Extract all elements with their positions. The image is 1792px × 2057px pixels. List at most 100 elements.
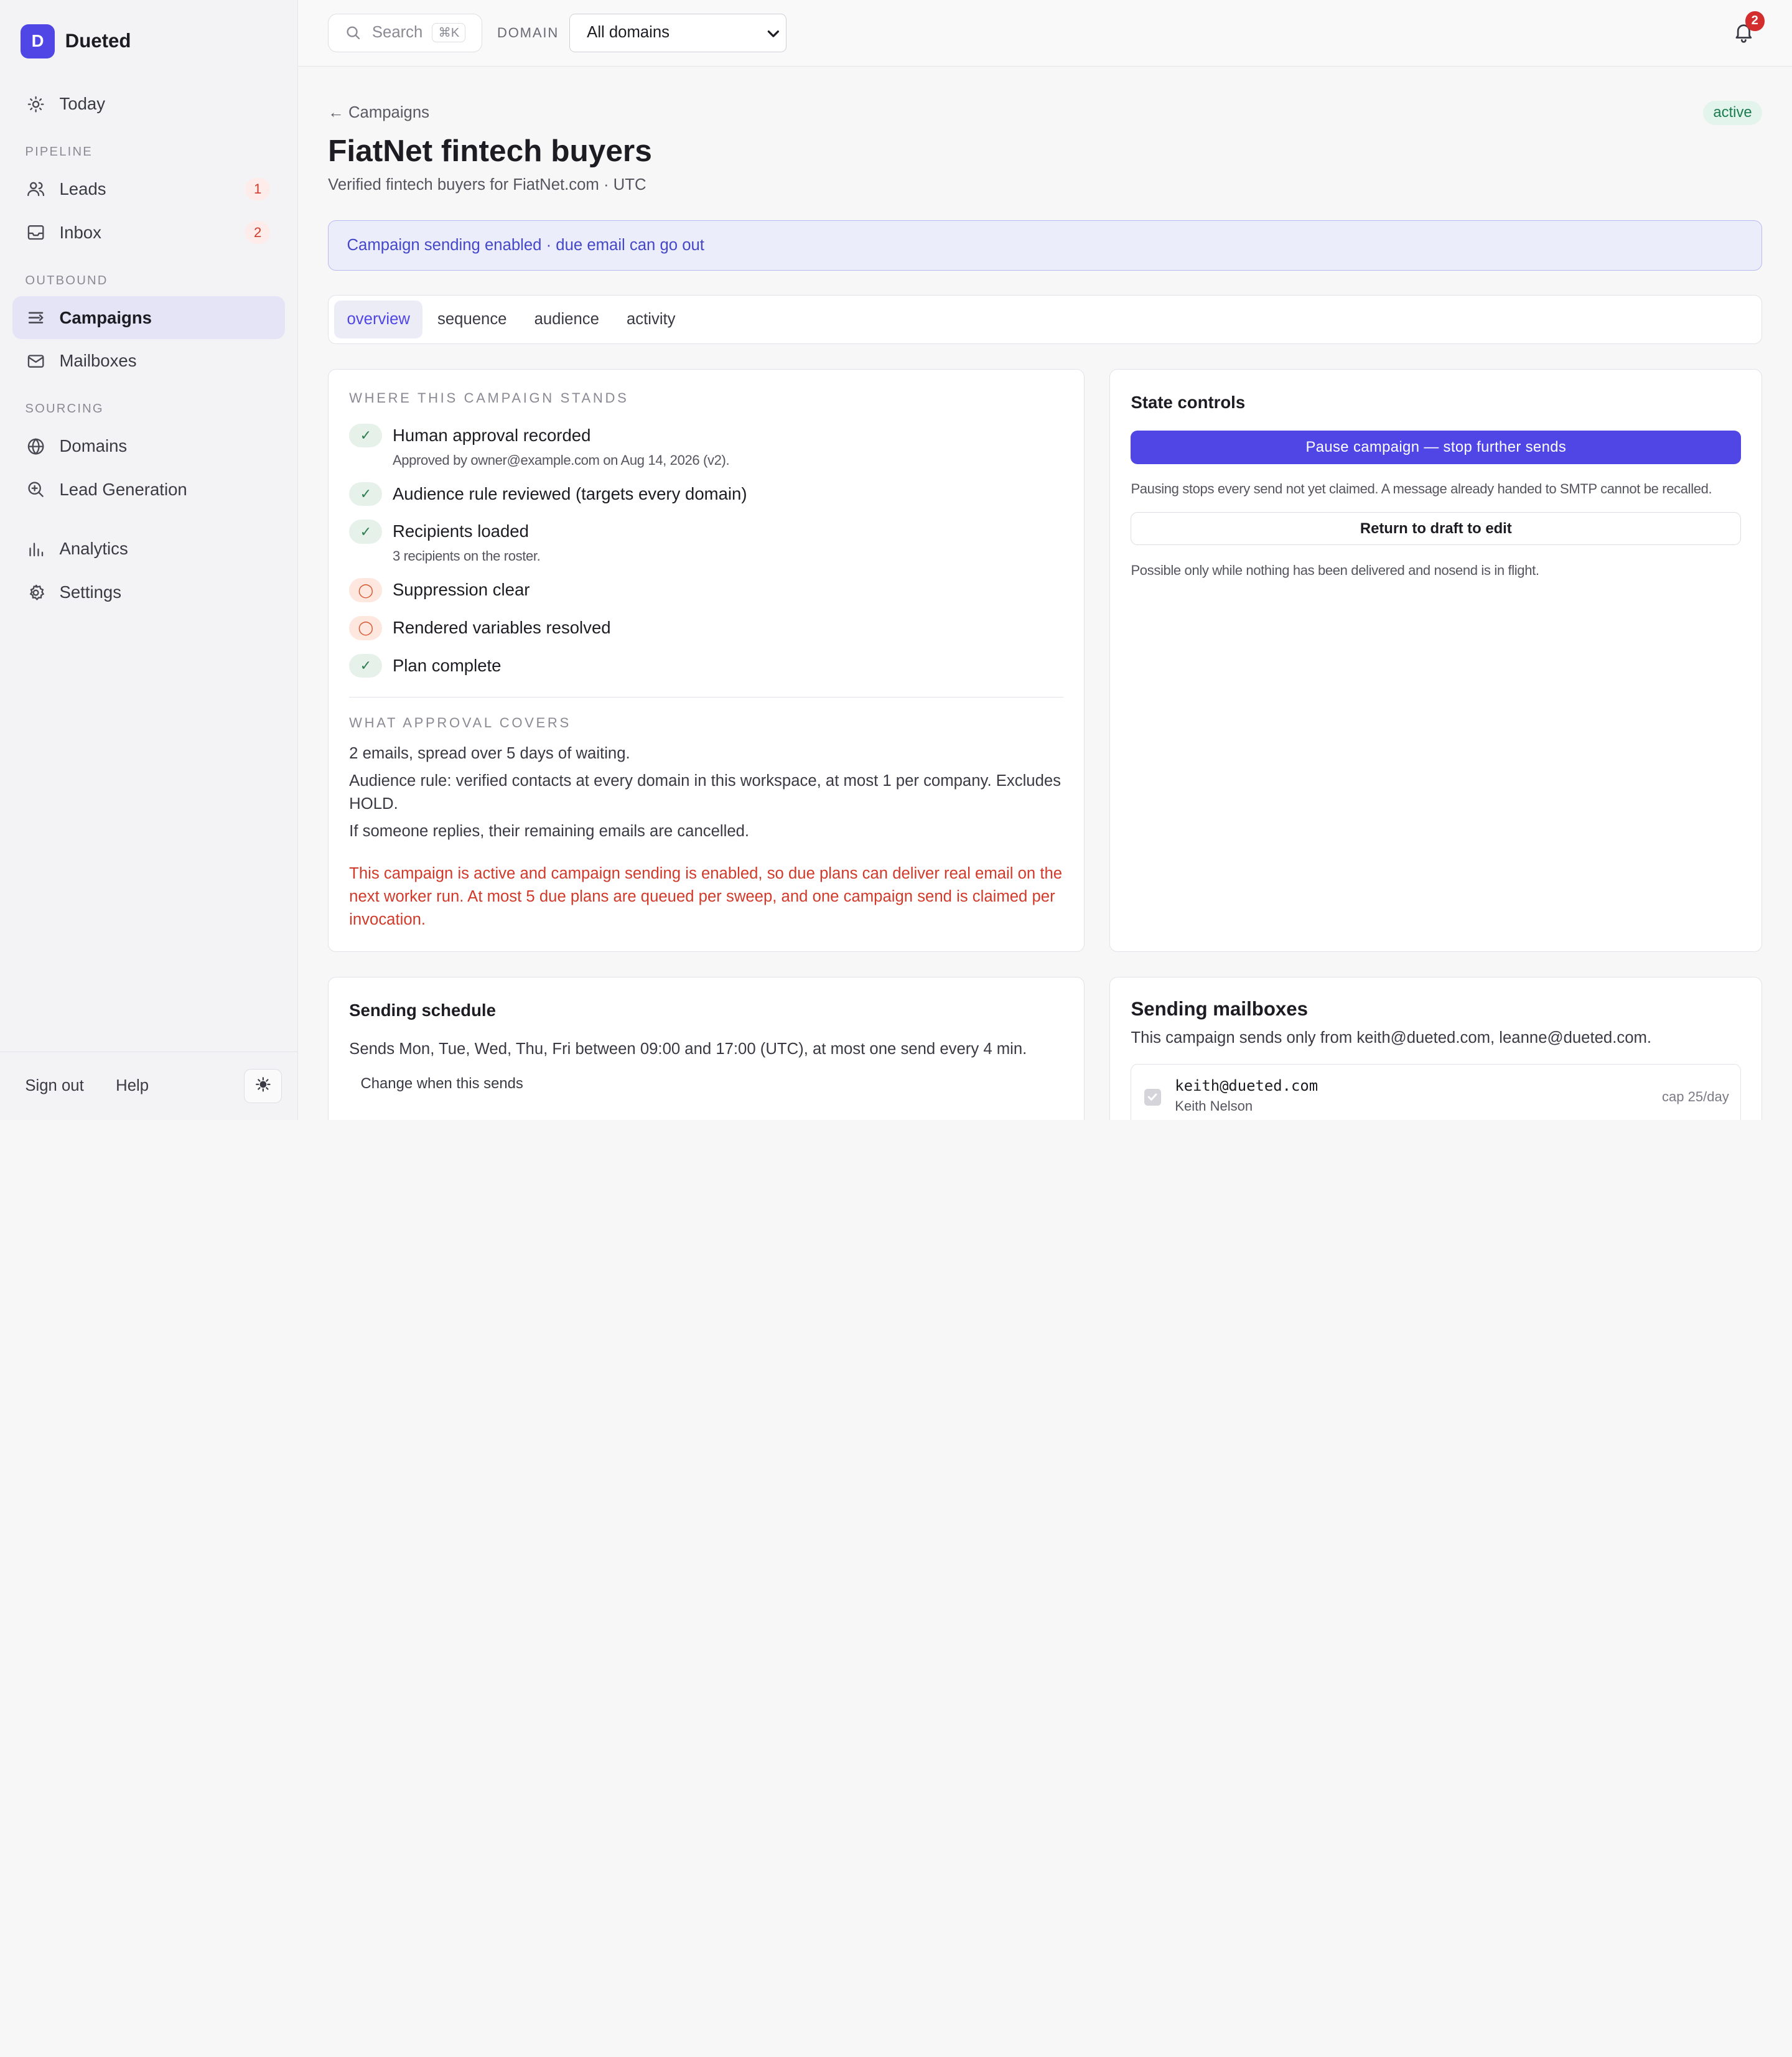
help-link[interactable]: Help <box>116 1077 149 1095</box>
app-window: D Dueted Today PIPELINE Leads 1 Inbox 2 … <box>0 0 1792 1120</box>
check-icon: ✓ <box>349 423 383 448</box>
page-subtitle: Verified fintech buyers for FiatNet.com … <box>328 175 646 194</box>
schedule-text: Sends Mon, Tue, Wed, Thu, Fri between 09… <box>349 1040 1027 1058</box>
sidebar-item-mailboxes[interactable]: Mailboxes <box>12 339 285 383</box>
theme-toggle-button[interactable] <box>244 1069 282 1104</box>
sending-banner: Campaign sending enabled · due email can… <box>328 220 1763 271</box>
sidebar-footer: Sign out Help <box>0 1051 298 1120</box>
search-shortcut: ⌘K <box>432 23 466 43</box>
sidebar-item-inbox[interactable]: Inbox 2 <box>12 211 285 254</box>
card-title: Sending mailboxes <box>1131 998 1308 1020</box>
sidebar-item-label: Mailboxes <box>59 351 137 371</box>
search-placeholder: Search <box>371 24 423 42</box>
checklist-item-title: Audience rule reviewed (targets every do… <box>392 483 747 503</box>
card-title: State controls <box>1131 392 1246 412</box>
checklist-item: ◯ Suppression clear <box>349 578 1063 602</box>
globe-icon <box>26 437 45 456</box>
sidebar-item-campaigns[interactable]: Campaigns <box>12 296 286 340</box>
checklist-item-note: Approved by owner@example.com on Aug 14,… <box>392 452 730 468</box>
approval-audience-rule: Audience rule: verified contacts at ever… <box>349 772 1062 813</box>
card-title: Sending schedule <box>349 1001 496 1020</box>
inbox-icon <box>26 223 45 242</box>
sidebar-item-label: Leads <box>59 179 106 198</box>
tab-sequence[interactable]: sequence <box>425 301 520 338</box>
tab-audience[interactable]: audience <box>521 301 612 338</box>
gear-icon <box>26 583 45 602</box>
checklist-item-title: Rendered variables resolved <box>392 617 611 637</box>
checklist-item: ✓ Recipients loaded 3 recipients on the … <box>349 520 1063 564</box>
draft-note: Possible only while nothing has been del… <box>1131 562 1539 578</box>
section-heading: WHERE THIS CAMPAIGN STANDS <box>349 390 629 406</box>
chevron-down-icon <box>765 26 782 46</box>
approval-summary: 2 emails, spread over 5 days of waiting. <box>349 745 630 763</box>
domain-label: DOMAIN <box>497 24 559 40</box>
topbar: Search ⌘K DOMAIN All domains 2 <box>298 0 1792 67</box>
main-content: Search ⌘K DOMAIN All domains 2 ← Campaig… <box>298 0 1792 1120</box>
sidebar-item-label: Analytics <box>59 539 128 559</box>
checklist-item-title: Suppression clear <box>392 580 530 600</box>
approval-reply-rule: If someone replies, their remaining emai… <box>349 823 750 841</box>
sign-out-link[interactable]: Sign out <box>25 1077 83 1095</box>
mailbox-row[interactable]: keith@dueted.com Keith Nelson cap 25/day <box>1131 1064 1742 1120</box>
sun-icon <box>255 1076 271 1097</box>
pause-campaign-button[interactable]: Pause campaign — stop further sends <box>1131 431 1742 464</box>
search-plus-icon <box>26 480 45 499</box>
nav-section-pipeline: PIPELINE <box>25 145 93 159</box>
tab-bar: overview sequence audience activity <box>328 294 1763 344</box>
return-to-draft-button[interactable]: Return to draft to edit <box>1131 512 1742 546</box>
bar-chart-icon <box>26 539 45 559</box>
checklist-item-title: Plan complete <box>392 655 502 675</box>
checklist-item-title: Recipients loaded <box>392 521 529 541</box>
check-icon: ✓ <box>349 482 383 506</box>
sidebar-item-leads[interactable]: Leads 1 <box>12 167 285 211</box>
search-icon <box>345 24 362 42</box>
sidebar-item-label: Lead Generation <box>59 480 187 499</box>
checklist-item: ✓ Human approval recorded Approved by ow… <box>349 423 1063 469</box>
checkbox-checked-icon[interactable] <box>1144 1088 1162 1106</box>
mail-icon <box>26 352 45 371</box>
status-badge: active <box>1702 100 1763 125</box>
check-icon: ✓ <box>349 653 383 678</box>
brand-logo: D <box>21 24 55 58</box>
tab-activity[interactable]: activity <box>614 301 688 338</box>
sidebar-item-label: Inbox <box>59 222 101 242</box>
sidebar-item-domains[interactable]: Domains <box>12 424 285 468</box>
section-heading: WHAT APPROVAL COVERS <box>349 714 571 730</box>
change-schedule-button[interactable]: Change when this sends <box>361 1075 1063 1093</box>
checklist-item: ✓ Plan complete <box>349 653 1063 678</box>
checklist-item-note: 3 recipients on the roster. <box>392 548 541 564</box>
checklist-item: ✓ Audience rule reviewed (targets every … <box>349 482 1063 506</box>
mailbox-owner: Keith Nelson <box>1175 1098 1253 1114</box>
sun-icon <box>26 95 45 114</box>
sidebar-item-analytics[interactable]: Analytics <box>12 528 285 571</box>
sending-banner-text: Campaign sending enabled · due email can… <box>347 236 704 254</box>
mailboxes-text: This campaign sends only from keith@duet… <box>1131 1028 1652 1047</box>
brand[interactable]: D Dueted <box>0 0 297 82</box>
check-icon: ✓ <box>349 520 383 544</box>
checklist-item: ◯ Rendered variables resolved <box>349 615 1063 640</box>
sidebar-item-lead-generation[interactable]: Lead Generation <box>12 468 285 511</box>
mailbox-cap: cap 25/day <box>1661 1088 1729 1104</box>
sidebar-item-label: Domains <box>59 436 128 456</box>
campaigns-icon <box>26 308 45 327</box>
sidebar-item-label: Campaigns <box>59 307 152 327</box>
users-icon <box>26 179 45 198</box>
search-input[interactable]: Search ⌘K <box>328 13 483 52</box>
leads-count-badge: 1 <box>245 177 271 201</box>
pending-circle-icon: ◯ <box>349 615 383 640</box>
sending-mailboxes-card: Sending mailboxes This campaign sends on… <box>1109 977 1763 1120</box>
mailbox-email: keith@dueted.com <box>1175 1077 1318 1095</box>
brand-name: Dueted <box>65 30 131 52</box>
domain-select[interactable]: All domains <box>569 13 786 52</box>
nav-section-outbound: OUTBOUND <box>25 273 108 287</box>
domain-select-value: All domains <box>587 24 670 42</box>
sending-warning: This campaign is active and campaign sen… <box>349 865 1063 928</box>
back-to-campaigns-link[interactable]: ← Campaigns <box>328 104 429 122</box>
sidebar-item-settings[interactable]: Settings <box>12 571 285 614</box>
state-controls-card: State controls Pause campaign — stop fur… <box>1109 369 1763 952</box>
inbox-count-badge: 2 <box>245 221 271 245</box>
sidebar-item-today[interactable]: Today <box>12 82 285 126</box>
checklist-item-title: Human approval recorded <box>392 425 591 445</box>
sidebar: D Dueted Today PIPELINE Leads 1 Inbox 2 … <box>0 0 299 1120</box>
tab-overview[interactable]: overview <box>334 301 423 338</box>
